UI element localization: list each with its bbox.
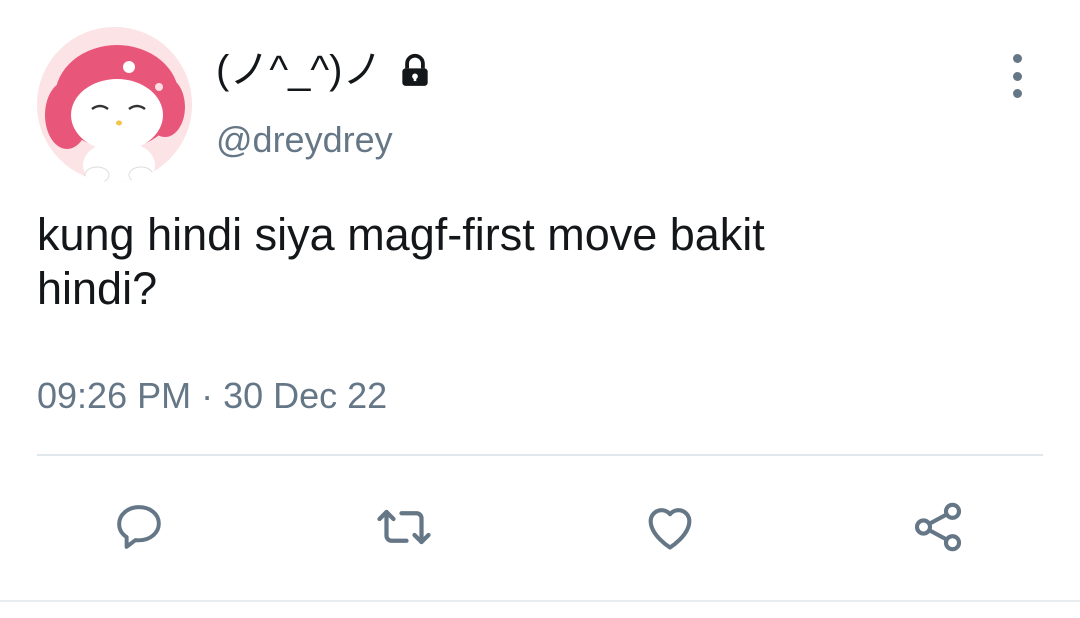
like-icon: [648, 508, 692, 550]
divider-bottom: [0, 600, 1080, 602]
more-dot: [1012, 89, 1022, 98]
reply-icon: [117, 505, 161, 549]
tweet-date: 30 Dec 22: [223, 375, 388, 416]
more-dot: [1012, 54, 1022, 63]
tweet-timestamp[interactable]: 09:26 PM · 30 Dec 22: [37, 374, 387, 418]
avatar[interactable]: [37, 27, 192, 182]
retweet-button[interactable]: [374, 497, 434, 557]
reply-button[interactable]: [109, 497, 169, 557]
display-name-text: (ノ^_^)ノ: [216, 48, 383, 92]
more-dot: [1012, 71, 1022, 81]
more-options-icon[interactable]: [1004, 54, 1030, 98]
share-button[interactable]: [908, 497, 968, 557]
retweet-icon: [377, 509, 431, 545]
display-name[interactable]: (ノ^_^)ノ: [216, 46, 434, 94]
avatar-image: [37, 27, 192, 182]
user-handle[interactable]: @dreydrey: [216, 118, 393, 162]
tweet-text: kung hindi siya magf-first move bakit hi…: [37, 209, 765, 314]
lock-icon: [396, 51, 434, 89]
tweet-time: 09:26 PM: [37, 375, 192, 416]
like-button[interactable]: [640, 497, 700, 557]
divider: [37, 454, 1043, 456]
meta-separator: ·: [201, 375, 214, 416]
share-icon: [914, 502, 962, 552]
